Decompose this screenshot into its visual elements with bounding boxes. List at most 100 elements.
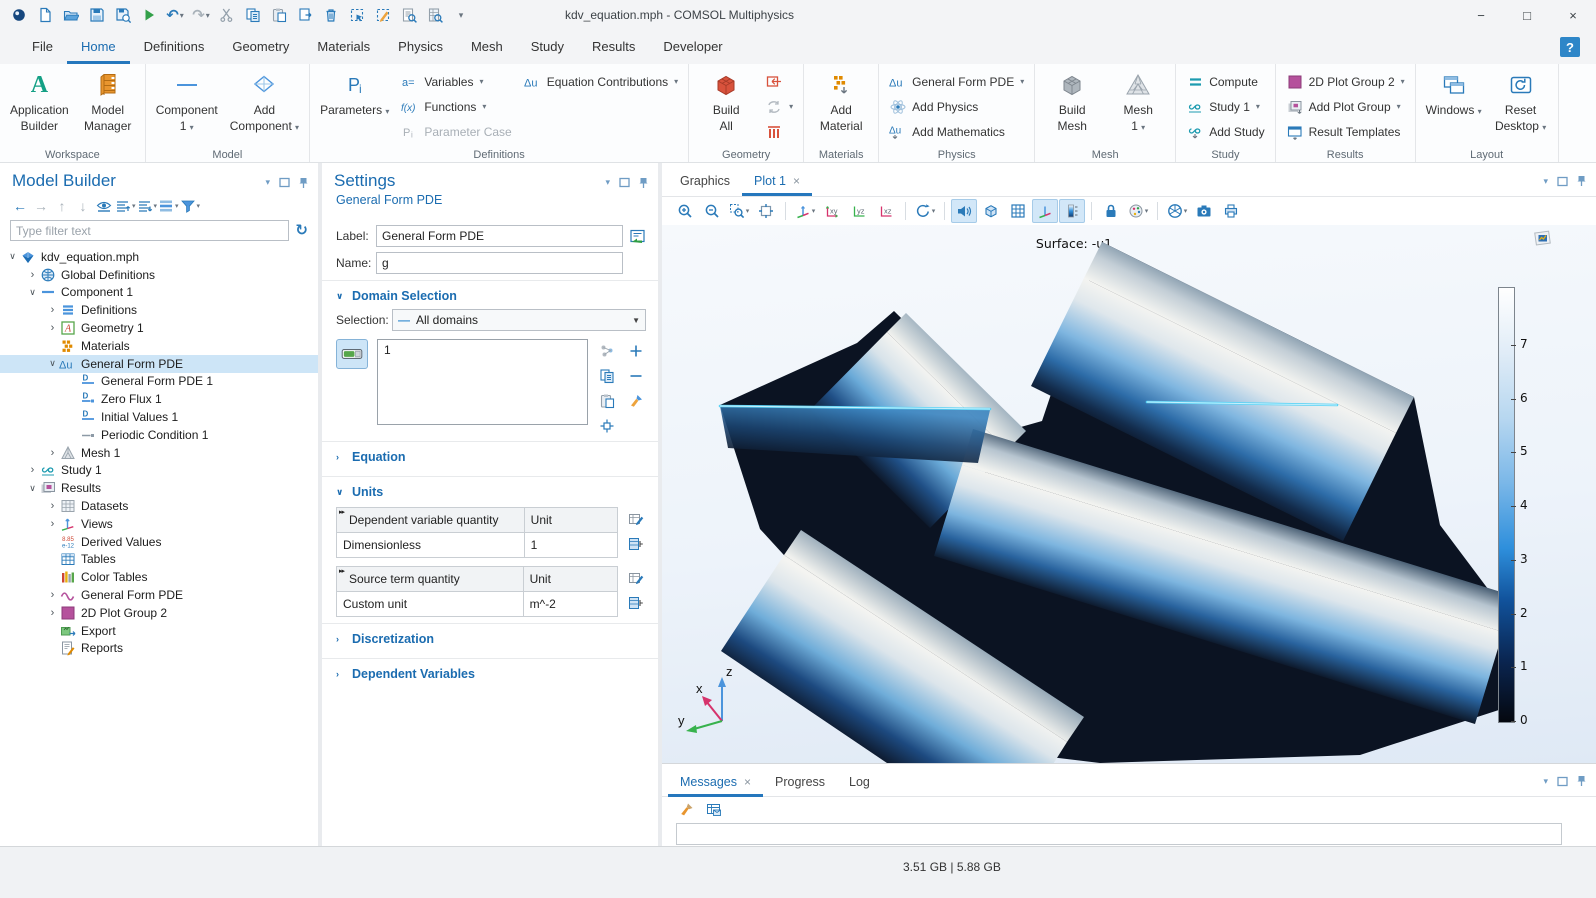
add-plot-group-button[interactable]: Add Plot Group▾ — [1283, 95, 1408, 118]
build-all-button[interactable]: BuildAll — [696, 67, 756, 136]
tree-expander[interactable]: › — [46, 607, 59, 619]
menu-item-definitions[interactable]: Definitions — [130, 30, 219, 64]
redo-icon[interactable]: ↷▾ — [190, 4, 212, 26]
result-templates-button[interactable]: Result Templates — [1283, 120, 1408, 143]
select-icon[interactable] — [346, 4, 368, 26]
tree-expander[interactable]: › — [46, 500, 59, 512]
toolbar-overflow-icon[interactable]: ▾ — [450, 4, 472, 26]
copy-icon[interactable] — [242, 4, 264, 26]
collapse-panel-icon[interactable]: ▾ — [605, 178, 610, 187]
tab-plot-1[interactable]: Plot 1× — [742, 163, 812, 196]
tree-item-2d-plot-group-2[interactable]: ›2D Plot Group 2 — [0, 604, 318, 622]
menu-item-mesh[interactable]: Mesh — [457, 30, 517, 64]
menu-item-geometry[interactable]: Geometry — [218, 30, 303, 64]
tree-item-periodic-condition-1[interactable]: Periodic Condition 1 — [0, 426, 318, 444]
unit-cell[interactable]: 1 — [524, 533, 617, 558]
save-view-icon[interactable] — [112, 4, 134, 26]
menu-item-results[interactable]: Results — [578, 30, 649, 64]
section-units[interactable]: ∨ Units — [322, 476, 658, 505]
pin-panel-icon[interactable] — [299, 177, 308, 189]
tree-item-tables[interactable]: Tables — [0, 551, 318, 569]
nav-forward-icon[interactable]: → — [31, 196, 51, 215]
float-panel-icon[interactable] — [619, 177, 630, 188]
application-builder-button[interactable]: AApplicationBuilder — [7, 67, 72, 136]
add-physics-button[interactable]: Add Physics — [886, 95, 1027, 118]
tree-expander[interactable]: ∨ — [6, 251, 19, 262]
help-button[interactable]: ? — [1560, 37, 1580, 57]
clear-selection-icon[interactable] — [626, 391, 646, 410]
color-theme-icon[interactable]: ▾ — [1125, 199, 1151, 223]
add-component-button[interactable]: AddComponent ▾ — [227, 67, 302, 136]
tree-item-color-tables[interactable]: Color Tables — [0, 568, 318, 586]
show-icon[interactable] — [94, 196, 114, 215]
tree-item-materials[interactable]: Materials — [0, 337, 318, 355]
plot-image-marker-icon[interactable] — [1534, 229, 1552, 247]
plot-area[interactable]: Surface: -u1 — [662, 225, 1596, 763]
add-mathematics-button[interactable]: ΔuAdd Mathematics — [886, 120, 1027, 143]
name-field[interactable] — [376, 252, 623, 274]
color-legend-icon[interactable] — [1059, 199, 1085, 223]
tree-item-reports[interactable]: Reports — [0, 640, 318, 658]
general-form-pde-button[interactable]: ΔuGeneral Form PDE▾ — [886, 70, 1027, 93]
find-icon[interactable] — [398, 4, 420, 26]
menu-item-study[interactable]: Study — [517, 30, 578, 64]
refresh-icon[interactable]: ↻ — [295, 223, 308, 238]
tree-item-datasets[interactable]: ›Datasets — [0, 497, 318, 515]
tree-item-derived-values[interactable]: 8.85e-12Derived Values — [0, 533, 318, 551]
equation-contributions-button[interactable]: ΔuEquation Contributions▾ — [521, 70, 681, 93]
insert-sequence-icon-button[interactable] — [762, 70, 796, 93]
zoom-out-icon[interactable] — [699, 199, 725, 223]
tree-item-zero-flux-1[interactable]: DZero Flux 1 — [0, 390, 318, 408]
quantity-cell[interactable]: Custom unit — [337, 592, 524, 617]
unselect-icon[interactable] — [372, 4, 394, 26]
filter-icon[interactable]: ▾ — [180, 196, 201, 215]
copy-selection-icon[interactable] — [597, 366, 617, 385]
table-notification-icon[interactable] — [704, 801, 724, 820]
selection-dropdown[interactable]: — All domains ▼ — [392, 309, 646, 331]
menu-item-physics[interactable]: Physics — [384, 30, 457, 64]
create-selection-icon[interactable] — [597, 341, 617, 360]
tree-item-export[interactable]: Export — [0, 622, 318, 640]
rename-icon[interactable] — [629, 228, 646, 244]
tree-expander[interactable]: › — [46, 447, 59, 459]
tree-expander[interactable]: › — [26, 269, 39, 281]
paste-icon[interactable] — [268, 4, 290, 26]
cut-icon[interactable] — [216, 4, 238, 26]
undo-icon[interactable]: ↶▾ — [164, 4, 186, 26]
close-tab-icon[interactable]: × — [744, 775, 751, 789]
add-study-button[interactable]: Add Study — [1183, 120, 1267, 143]
clear-log-icon[interactable] — [676, 801, 696, 820]
build-mesh-button[interactable]: BuildMesh — [1042, 67, 1102, 136]
move-down-icon[interactable]: ↓ — [73, 196, 93, 215]
remove-selection-icon[interactable] — [626, 366, 646, 385]
environment-icon[interactable]: ▾ — [1164, 199, 1190, 223]
close-button[interactable]: × — [1550, 0, 1596, 30]
print-icon[interactable] — [1218, 199, 1244, 223]
table-edit-icon[interactable] — [626, 568, 646, 587]
parameters-button[interactable]: PiParameters ▾ — [317, 67, 392, 121]
menu-item-developer[interactable]: Developer — [649, 30, 736, 64]
add-material-button[interactable]: AddMaterial — [811, 67, 871, 136]
delete-icon[interactable] — [320, 4, 342, 26]
tree-item-study-1[interactable]: ›Study 1 — [0, 462, 318, 480]
add-selection-icon[interactable] — [626, 341, 646, 360]
tree-item-mesh-1[interactable]: ›Mesh 1 — [0, 444, 318, 462]
table-insert-icon[interactable] — [626, 534, 646, 553]
tree-item-geometry-1[interactable]: ›AGeometry 1 — [0, 319, 318, 337]
label-field[interactable] — [376, 225, 623, 247]
tree-item-results[interactable]: ∨Results — [0, 479, 318, 497]
reset-desktop-button[interactable]: ResetDesktop ▾ — [1491, 67, 1551, 136]
pin-panel-icon[interactable] — [1577, 775, 1586, 787]
table-insert-icon[interactable] — [626, 593, 646, 612]
float-panel-icon[interactable] — [279, 177, 290, 188]
close-tab-icon[interactable]: × — [793, 174, 800, 188]
variables-button[interactable]: a=Variables▾ — [398, 70, 514, 93]
scene-light-icon[interactable] — [978, 199, 1004, 223]
minimize-button[interactable]: − — [1458, 0, 1504, 30]
model-manager-button[interactable]: ModelManager — [78, 67, 138, 136]
menu-item-materials[interactable]: Materials — [303, 30, 384, 64]
snapshot-icon[interactable] — [1191, 199, 1217, 223]
zoom-box-icon[interactable]: ▾ — [726, 199, 752, 223]
search-icon[interactable] — [424, 4, 446, 26]
windows-button[interactable]: Windows ▾ — [1423, 67, 1485, 121]
